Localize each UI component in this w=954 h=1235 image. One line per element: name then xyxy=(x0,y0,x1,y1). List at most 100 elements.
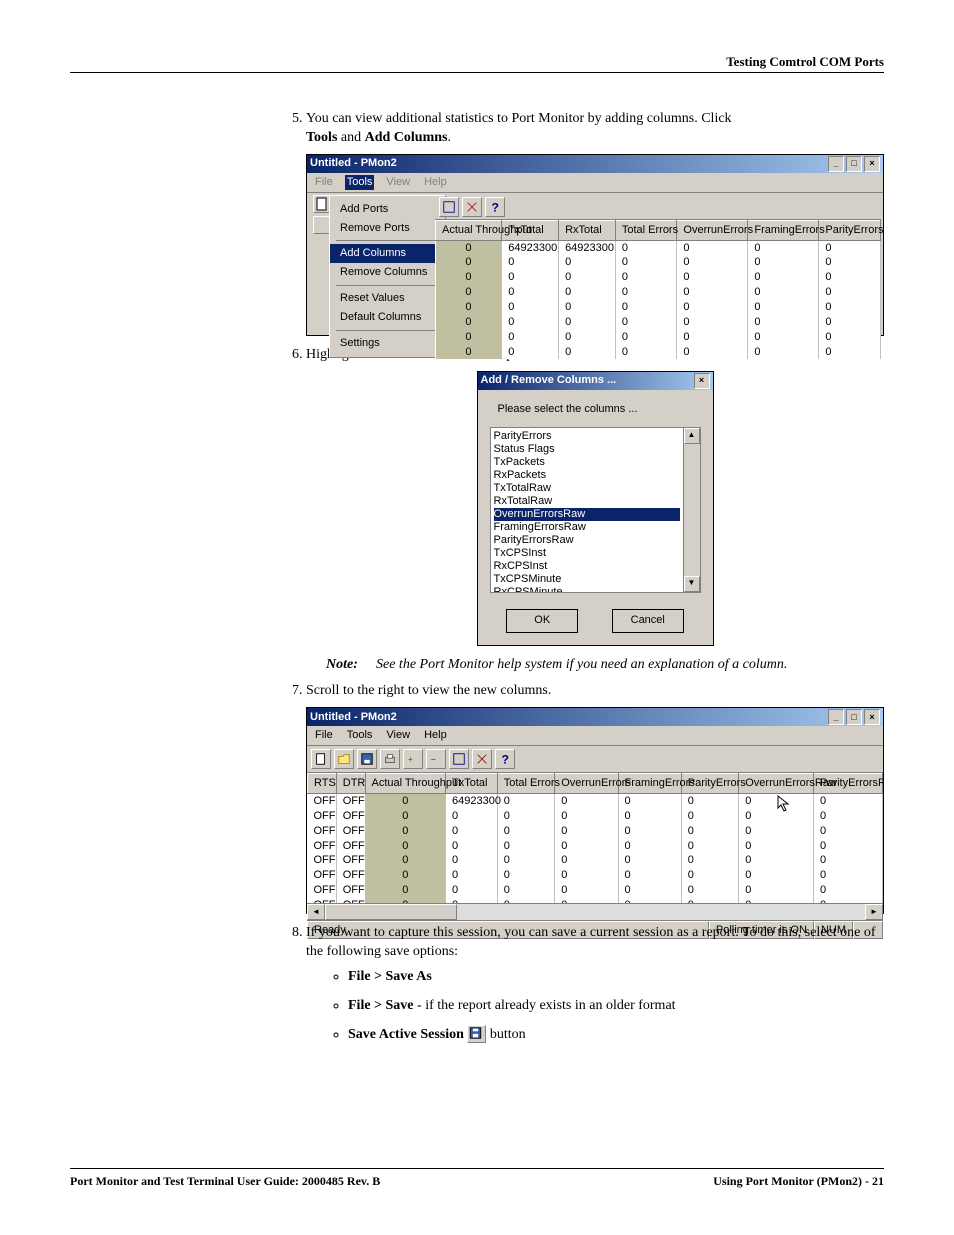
grid-header-row: RTS DTR Actual Throughput TxTotal Total … xyxy=(308,774,883,794)
table-row[interactable]: OFFOFF00000000 xyxy=(308,824,883,839)
table-row[interactable]: 0000000 xyxy=(436,330,881,345)
add-port-icon[interactable]: + xyxy=(403,749,423,769)
step5-text: You can view additional statistics to Po… xyxy=(306,111,732,126)
table-row[interactable]: 0000000 xyxy=(436,270,881,285)
table-row[interactable]: OFFOFF00000000 xyxy=(308,809,883,824)
remove-port-icon[interactable]: − xyxy=(426,749,446,769)
table-row[interactable]: OFFOFF064923300000000 xyxy=(308,793,883,808)
col-dtr[interactable]: DTR xyxy=(336,774,365,794)
col-txtotal[interactable]: TxTotal xyxy=(446,774,498,794)
list-item[interactable]: ParityErrors xyxy=(494,430,680,443)
menu-reset-values[interactable]: Reset Values xyxy=(330,289,445,308)
col-overrun-errors[interactable]: OverrunErrors xyxy=(555,774,618,794)
table-row[interactable]: OFFOFF00000000 xyxy=(308,868,883,883)
list-item[interactable]: RxCPSInst xyxy=(494,560,680,573)
menu-help[interactable]: Help xyxy=(422,175,449,190)
close-icon[interactable]: × xyxy=(694,373,710,389)
menu-file[interactable]: File xyxy=(313,175,335,190)
col-total-errors[interactable]: Total Errors xyxy=(615,220,677,240)
list-item[interactable]: TxCPSInst xyxy=(494,547,680,560)
columns-listbox[interactable]: ParityErrorsStatus FlagsTxPacketsRxPacke… xyxy=(490,427,684,593)
toolbar-icon-b[interactable] xyxy=(472,749,492,769)
list-item[interactable]: FramingErrorsRaw xyxy=(494,521,680,534)
grid-header-row: Actual Throughput TxTotal RxTotal Total … xyxy=(436,220,881,240)
col-actual-throughput[interactable]: Actual Throughput xyxy=(365,774,446,794)
menu-add-ports[interactable]: Add Ports xyxy=(330,200,445,219)
list-item[interactable]: TxTotalRaw xyxy=(494,482,680,495)
menu-help[interactable]: Help xyxy=(422,728,449,743)
table-row[interactable]: 0000000 xyxy=(436,300,881,315)
menu-remove-columns[interactable]: Remove Columns xyxy=(330,263,445,282)
minimize-icon[interactable]: _ xyxy=(828,709,844,725)
table-row[interactable]: 064923300649233000000 xyxy=(436,240,881,255)
menu-view[interactable]: View xyxy=(384,728,412,743)
screenshot-pmon2-new-columns: Untitled - PMon2 _ □ × File Tools View H… xyxy=(306,707,884,914)
scroll-left-icon[interactable]: ◄ xyxy=(307,904,325,920)
menu-settings[interactable]: Settings xyxy=(330,334,445,353)
print-icon[interactable] xyxy=(380,749,400,769)
list-item[interactable]: TxCPSMinute xyxy=(494,573,680,586)
list-item[interactable]: RxTotalRaw xyxy=(494,495,680,508)
col-total-errors[interactable]: Total Errors xyxy=(497,774,555,794)
col-overrun-errors-raw[interactable]: OverrunErrorsRaw xyxy=(739,774,814,794)
cancel-button[interactable]: Cancel xyxy=(612,609,684,633)
ok-button[interactable]: OK xyxy=(506,609,578,633)
table-row[interactable]: OFFOFF00000000 xyxy=(308,839,883,854)
scroll-up-icon[interactable]: ▲ xyxy=(684,428,700,444)
col-parity-errors-raw[interactable]: ParityErrorsRaw xyxy=(814,774,883,794)
listbox-scrollbar[interactable]: ▲ ▼ xyxy=(684,427,701,593)
menu-remove-ports[interactable]: Remove Ports xyxy=(330,219,445,238)
help-icon[interactable]: ? xyxy=(485,197,505,217)
svg-text:?: ? xyxy=(492,200,499,214)
menu-file[interactable]: File xyxy=(313,728,335,743)
list-item[interactable]: RxCPSMinute xyxy=(494,586,680,593)
col-rxtotal[interactable]: RxTotal xyxy=(559,220,616,240)
table-row[interactable]: 0000000 xyxy=(436,255,881,270)
menu-add-columns[interactable]: Add Columns xyxy=(330,244,445,263)
close-icon[interactable]: × xyxy=(864,709,880,725)
help-icon[interactable]: ? xyxy=(495,749,515,769)
list-item[interactable]: Status Flags xyxy=(494,443,680,456)
col-rts[interactable]: RTS xyxy=(308,774,337,794)
menubar: File Tools View Help xyxy=(307,726,883,746)
close-icon[interactable]: × xyxy=(864,156,880,172)
scroll-right-icon[interactable]: ► xyxy=(865,904,883,920)
table-row[interactable]: OFFOFF00000000 xyxy=(308,853,883,868)
stats-grid: RTS DTR Actual Throughput TxTotal Total … xyxy=(307,773,883,903)
table-row[interactable]: 0000000 xyxy=(436,285,881,300)
toolbar-icon-2[interactable] xyxy=(462,197,482,217)
menu-tools[interactable]: Tools xyxy=(345,728,375,743)
list-item[interactable]: TxPackets xyxy=(494,456,680,469)
list-item[interactable]: RxPackets xyxy=(494,469,680,482)
bullet-save-as: File > Save As xyxy=(348,968,884,987)
maximize-icon[interactable]: □ xyxy=(846,709,862,725)
list-item[interactable]: ParityErrorsRaw xyxy=(494,534,680,547)
scroll-down-icon[interactable]: ▼ xyxy=(684,576,700,592)
col-txtotal[interactable]: TxTotal xyxy=(502,220,559,240)
toolbar-icon-a[interactable] xyxy=(449,749,469,769)
col-parity-errors[interactable]: ParityErrors xyxy=(819,220,881,240)
maximize-icon[interactable]: □ xyxy=(846,156,862,172)
col-framing-errors[interactable]: FramingErrors xyxy=(618,774,681,794)
table-row[interactable]: OFFOFF00000000 xyxy=(308,898,883,903)
list-item[interactable]: OverrunErrorsRaw xyxy=(494,508,680,521)
new-icon[interactable] xyxy=(311,749,331,769)
menu-tools[interactable]: Tools xyxy=(345,175,375,190)
menu-view[interactable]: View xyxy=(384,175,412,190)
scroll-thumb[interactable] xyxy=(325,904,457,920)
menubar: File Tools View Help xyxy=(307,173,883,193)
save-icon[interactable] xyxy=(357,749,377,769)
table-row[interactable]: 0000000 xyxy=(436,315,881,330)
open-icon[interactable] xyxy=(334,749,354,769)
col-overrun-errors[interactable]: OverrunErrors xyxy=(677,220,748,240)
table-row[interactable]: OFFOFF00000000 xyxy=(308,883,883,898)
toolbar-icon-1[interactable] xyxy=(439,197,459,217)
col-framing-errors[interactable]: FramingErrors xyxy=(748,220,819,240)
col-parity-errors[interactable]: ParityErrors xyxy=(681,774,739,794)
menu-default-columns[interactable]: Default Columns xyxy=(330,308,445,327)
table-row[interactable]: 0000000 xyxy=(436,345,881,360)
col-actual-throughput[interactable]: Actual Throughput xyxy=(436,220,502,240)
minimize-icon[interactable]: _ xyxy=(828,156,844,172)
tools-dropdown: Add Ports Remove Ports Add Columns Remov… xyxy=(329,195,446,358)
horizontal-scrollbar[interactable]: ◄ ► xyxy=(307,903,883,920)
